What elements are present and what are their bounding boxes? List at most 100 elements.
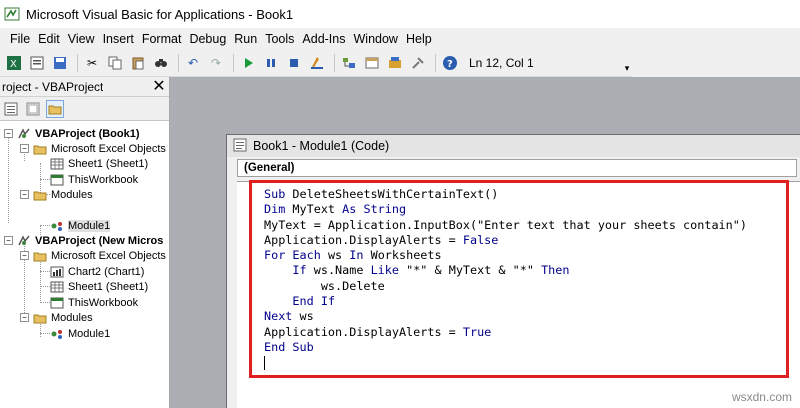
- paste-icon[interactable]: [128, 53, 148, 73]
- cut-icon[interactable]: ✂: [82, 53, 102, 73]
- menu-help[interactable]: Help: [406, 32, 440, 46]
- copy-icon[interactable]: [105, 53, 125, 73]
- menu-file[interactable]: File: [0, 32, 38, 46]
- menu-bar: File Edit View Insert Format Debug Run T…: [0, 28, 800, 50]
- svg-text:?: ?: [447, 59, 453, 70]
- toggle-folders-icon[interactable]: [46, 99, 64, 118]
- watermark: wsxdn.com: [731, 390, 792, 404]
- collapse-icon[interactable]: −: [4, 236, 13, 245]
- tree-item-vbaproject-new[interactable]: − VBAProject (New Micros: [4, 233, 163, 248]
- project-explorer-toolbar: [0, 97, 169, 121]
- menu-edit[interactable]: Edit: [38, 32, 68, 46]
- module-icon: [50, 220, 64, 232]
- object-dropdown-value: (General): [244, 162, 295, 174]
- tree-item-label: Microsoft Excel Objects: [51, 249, 166, 262]
- collapse-icon[interactable]: −: [4, 129, 13, 138]
- run-icon[interactable]: [238, 53, 258, 73]
- code-line: For Each ws In Worksheets: [264, 248, 442, 263]
- project-explorer: roject - VBAProject ✕ − VBAProject (Book…: [0, 77, 170, 408]
- vbaproject-icon: [17, 234, 31, 247]
- menu-debug[interactable]: Debug: [189, 32, 234, 46]
- tree-item-label: ThisWorkbook: [68, 173, 139, 186]
- svg-text:X: X: [10, 59, 17, 70]
- window-title: Microsoft Visual Basic for Applications …: [26, 6, 294, 22]
- view-code-icon[interactable]: [2, 100, 20, 118]
- tree-item-label: Chart2 (Chart1): [68, 265, 145, 278]
- tree-item-label: Sheet1 (Sheet1): [68, 157, 149, 170]
- help-icon[interactable]: ?: [440, 53, 460, 73]
- tree-item-label: VBAProject (Book1): [35, 127, 140, 140]
- tree-item-module1[interactable]: Module1: [50, 326, 110, 341]
- code-line: Next ws: [264, 309, 314, 324]
- code-line: If ws.Name Like "*" & MyText & "*" Then: [292, 263, 570, 278]
- design-mode-icon[interactable]: [307, 53, 327, 73]
- vba-app-icon: [4, 6, 20, 22]
- collapse-icon[interactable]: −: [20, 144, 29, 153]
- tree-item-chart2[interactable]: Chart2 (Chart1): [50, 264, 144, 279]
- project-explorer-icon[interactable]: [339, 53, 359, 73]
- tree-item-excel-objects[interactable]: − Microsoft Excel Objects: [20, 141, 166, 156]
- toolbox-icon[interactable]: [408, 53, 428, 73]
- tree-item-modules[interactable]: − Modules: [20, 187, 93, 202]
- tree-item-vbaproject-book1[interactable]: − VBAProject (Book1): [4, 126, 140, 141]
- tree-item-modules[interactable]: − Modules: [20, 310, 93, 325]
- code-line: ws.Delete: [264, 278, 385, 293]
- toolbar-separator: [178, 54, 179, 72]
- code-line: End Sub: [264, 339, 314, 354]
- tree-item-label: Module1: [68, 219, 111, 232]
- module-icon: [50, 328, 64, 340]
- tree-item-sheet1[interactable]: Sheet1 (Sheet1): [50, 156, 148, 171]
- folder-open-icon: [33, 143, 47, 155]
- menu-window[interactable]: Window: [354, 32, 406, 46]
- menu-insert[interactable]: Insert: [103, 32, 142, 46]
- save-icon[interactable]: [50, 53, 70, 73]
- project-explorer-header: roject - VBAProject ✕: [0, 77, 169, 97]
- project-tree: − VBAProject (Book1) − Microsoft Excel O…: [0, 121, 169, 340]
- tree-item-thisworkbook[interactable]: ThisWorkbook: [50, 172, 138, 187]
- code-line: Application.DisplayAlerts = False: [264, 232, 499, 247]
- toolbar-options-icon[interactable]: ▾: [624, 54, 630, 74]
- menu-view[interactable]: View: [68, 32, 103, 46]
- find-icon[interactable]: [151, 53, 171, 73]
- code-window-titlebar[interactable]: Book1 - Module1 (Code): [227, 135, 800, 157]
- code-line: Sub DeleteSheetsWithCertainText(): [264, 187, 499, 201]
- tree-item-label: Sheet1 (Sheet1): [68, 280, 149, 293]
- vbaproject-icon: [17, 127, 31, 140]
- cursor-position-readout: Ln 12, Col 1: [469, 56, 534, 70]
- tree-item-excel-objects[interactable]: − Microsoft Excel Objects: [20, 248, 166, 263]
- tree-item-module1[interactable]: Module1: [50, 218, 111, 233]
- menu-add-ins[interactable]: Add-Ins: [302, 32, 353, 46]
- toolbar-separator: [435, 54, 436, 72]
- redo-icon[interactable]: ↷: [206, 53, 226, 73]
- code-line: End If: [292, 294, 336, 309]
- code-text[interactable]: Sub DeleteSheetsWithCertainText() Dim MyT…: [264, 187, 747, 355]
- view-object-icon[interactable]: [24, 100, 42, 118]
- toolbar-separator: [233, 54, 234, 72]
- tree-item-sheet1[interactable]: Sheet1 (Sheet1): [50, 279, 148, 294]
- code-window-title: Book1 - Module1 (Code): [253, 139, 390, 153]
- code-line: Dim MyText As String: [264, 202, 407, 217]
- object-browser-icon[interactable]: [385, 53, 405, 73]
- break-icon[interactable]: [261, 53, 281, 73]
- menu-tools[interactable]: Tools: [265, 32, 302, 46]
- properties-window-icon[interactable]: [362, 53, 382, 73]
- excel-view-icon[interactable]: X: [4, 53, 24, 73]
- tree-item-label: ThisWorkbook: [68, 296, 139, 309]
- folder-open-icon: [33, 250, 47, 262]
- workbook-icon: [50, 297, 64, 309]
- close-icon[interactable]: ✕: [151, 78, 167, 95]
- menu-format[interactable]: Format: [142, 32, 190, 46]
- undo-icon[interactable]: ↶: [183, 53, 203, 73]
- title-bar: Microsoft Visual Basic for Applications …: [0, 0, 800, 28]
- collapse-icon[interactable]: −: [20, 190, 29, 199]
- project-explorer-title: roject - VBAProject: [2, 79, 104, 94]
- object-dropdown[interactable]: (General): [237, 159, 797, 177]
- collapse-icon[interactable]: −: [20, 251, 29, 260]
- tree-item-label: Module1: [68, 327, 111, 340]
- collapse-icon[interactable]: −: [20, 313, 29, 322]
- code-line: Application.DisplayAlerts = True: [264, 324, 492, 339]
- menu-run[interactable]: Run: [234, 32, 265, 46]
- tree-item-thisworkbook[interactable]: ThisWorkbook: [50, 295, 138, 310]
- reset-icon[interactable]: [284, 53, 304, 73]
- insert-module-icon[interactable]: [27, 53, 47, 73]
